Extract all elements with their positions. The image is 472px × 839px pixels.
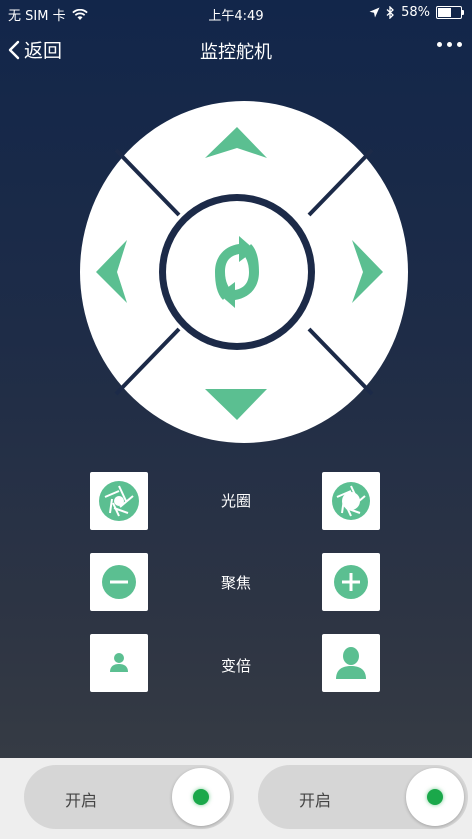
down-button[interactable] — [189, 368, 299, 428]
battery-icon — [436, 6, 464, 19]
aperture-small-button[interactable] — [90, 472, 148, 530]
aperture-label: 光圈 — [220, 492, 251, 510]
bottom-bar: 开启 开启 — [0, 758, 472, 839]
aperture-large-icon — [332, 482, 370, 520]
reset-button[interactable] — [169, 204, 305, 340]
page-title: 监控舵机 — [200, 42, 272, 63]
nav-bar: 返回 监控舵机 — [0, 30, 472, 70]
minus-circle-icon — [102, 565, 136, 599]
left-power-switch[interactable]: 开启 — [24, 765, 234, 829]
person-small-icon — [110, 653, 128, 672]
more-menu-button[interactable] — [437, 42, 462, 47]
zoom-out-button[interactable] — [90, 634, 148, 692]
battery-percent: 58% — [401, 5, 430, 20]
plus-circle-icon — [334, 565, 368, 599]
status-indicator-icon — [193, 789, 209, 805]
switch-label: 开启 — [298, 791, 331, 810]
left-button[interactable] — [89, 220, 149, 330]
direction-pad — [79, 100, 409, 444]
focus-label: 聚焦 — [220, 574, 251, 592]
right-button[interactable] — [339, 220, 399, 330]
location-arrow-icon — [369, 7, 380, 18]
zoom-label: 变倍 — [220, 657, 251, 675]
status-indicator-icon — [427, 789, 443, 805]
switch-knob — [172, 768, 230, 826]
focus-minus-button[interactable] — [90, 553, 148, 611]
more-dot-icon — [447, 42, 452, 47]
aperture-small-icon — [99, 481, 139, 521]
battery-fill — [438, 8, 451, 17]
more-dot-icon — [457, 42, 462, 47]
focus-plus-button[interactable] — [322, 553, 380, 611]
person-large-icon — [336, 647, 366, 679]
status-bar: 无 SIM 卡 上午4:49 58% — [0, 0, 472, 24]
zoom-in-button[interactable] — [322, 634, 380, 692]
up-button[interactable] — [189, 120, 299, 180]
switch-knob — [406, 768, 464, 826]
more-dot-icon — [437, 42, 442, 47]
switch-label: 开启 — [64, 791, 97, 810]
right-power-switch[interactable]: 开启 — [258, 765, 468, 829]
bluetooth-icon — [386, 6, 395, 19]
aperture-large-button[interactable] — [322, 472, 380, 530]
